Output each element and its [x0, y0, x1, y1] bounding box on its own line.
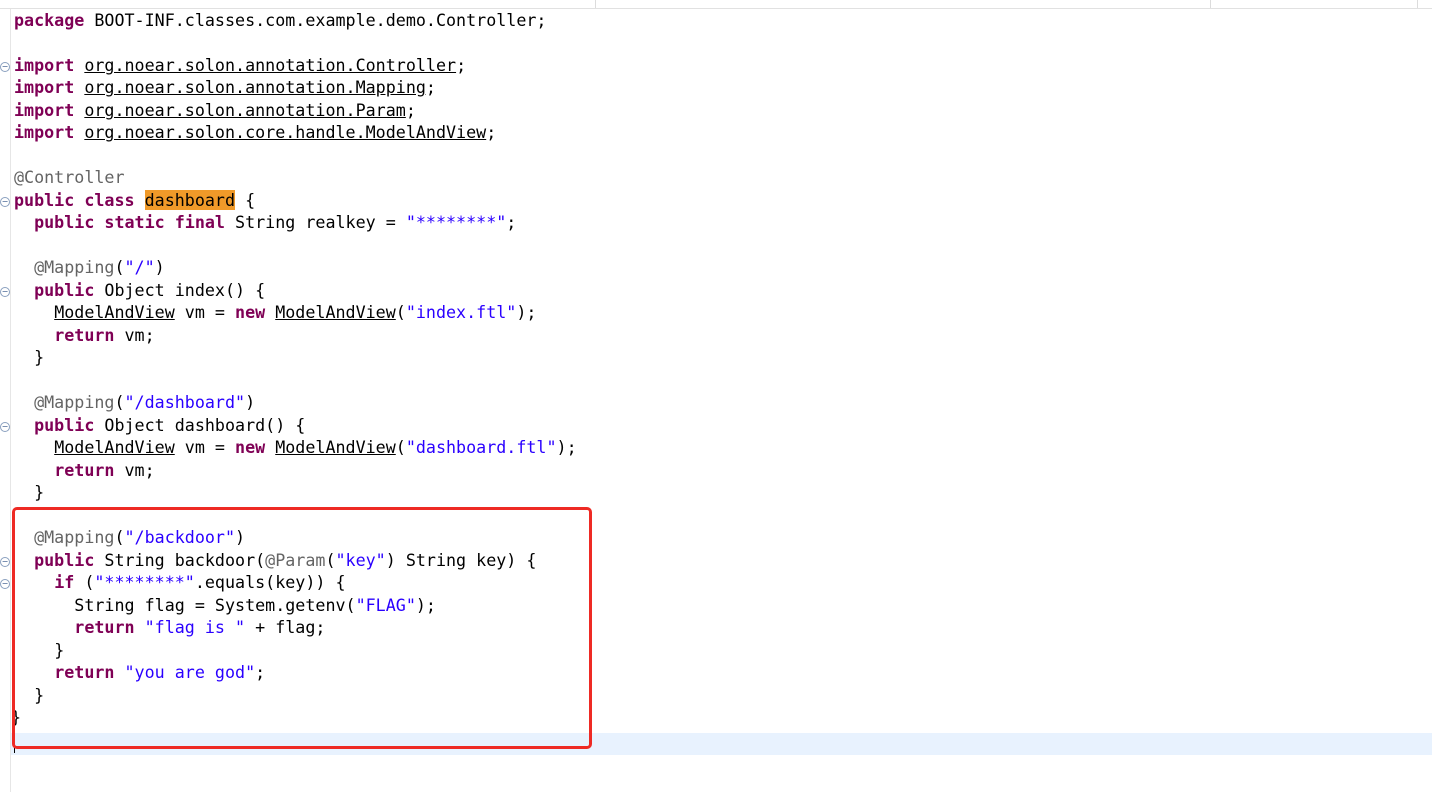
keyword: return: [54, 460, 115, 480]
code-line: }: [34, 347, 45, 367]
code-line: return vm;: [54, 460, 155, 480]
code-line-annotation: @Controller: [14, 166, 125, 188]
code-line: }: [34, 482, 45, 502]
keyword: public static final: [34, 212, 225, 232]
type-reference: ModelAndView: [275, 302, 396, 322]
type-reference: ModelAndView: [54, 437, 175, 457]
code-line-import: import org.noear.solon.annotation.Param;: [14, 100, 416, 120]
import-path: org.noear.solon.annotation.Mapping: [84, 77, 426, 97]
fold-collapse-icon[interactable]: −: [0, 287, 10, 297]
code-line-annotation: @Mapping("/"): [34, 257, 165, 277]
fold-collapse-icon[interactable]: −: [0, 197, 10, 207]
fold-collapse-icon[interactable]: −: [0, 557, 10, 567]
fold-collapse-icon[interactable]: −: [0, 422, 10, 432]
editor-gutter: [0, 9, 11, 792]
code-line-import: import org.noear.solon.annotation.Contro…: [14, 55, 467, 75]
code-line: package BOOT-INF.classes.com.example.dem…: [14, 9, 546, 31]
editor-tab-strip: [0, 0, 1432, 9]
keyword: import: [14, 77, 75, 97]
keyword: return: [54, 325, 115, 345]
code-line-annotation: @Mapping("/dashboard"): [34, 392, 256, 412]
code-line-field: public static final String realkey = "**…: [34, 212, 517, 232]
import-path: org.noear.solon.annotation.Param: [84, 100, 406, 120]
annotation: @Mapping: [34, 392, 115, 412]
keyword: import: [14, 100, 75, 120]
code-line-import: import org.noear.solon.core.handle.Model…: [14, 122, 497, 142]
fold-collapse-icon[interactable]: −: [0, 579, 10, 589]
package-name: BOOT-INF.classes.com.example.demo.Contro…: [94, 10, 547, 30]
code-line: ModelAndView vm = new ModelAndView("inde…: [54, 302, 537, 322]
code-line-class-decl: public class dashboard {: [14, 190, 256, 210]
keyword: package: [14, 10, 85, 30]
fold-collapse-icon[interactable]: −: [0, 62, 10, 72]
tab-separator: [595, 0, 596, 8]
keyword: import: [14, 122, 75, 142]
type-reference: ModelAndView: [54, 302, 175, 322]
keyword: public class: [14, 190, 135, 210]
string-literal: "/": [124, 257, 155, 277]
annotation: @Controller: [14, 167, 125, 187]
keyword: public: [34, 415, 95, 435]
string-literal: "/dashboard": [124, 392, 246, 412]
type-reference: ModelAndView: [275, 437, 396, 457]
code-line: ModelAndView vm = new ModelAndView("dash…: [54, 437, 577, 457]
string-literal: "dashboard.ftl": [405, 437, 557, 457]
string-literal: "********": [405, 212, 507, 232]
keyword: new: [235, 437, 266, 457]
keyword: new: [235, 302, 266, 322]
import-path: org.noear.solon.annotation.Controller: [84, 55, 457, 75]
tab-separator: [1417, 0, 1418, 8]
tab-separator: [1210, 0, 1211, 8]
annotation: @Mapping: [34, 257, 115, 277]
import-path: org.noear.solon.core.handle.ModelAndView: [84, 122, 487, 142]
code-line-method-decl: public Object dashboard() {: [34, 415, 306, 435]
code-line-method-decl: public Object index() {: [34, 280, 266, 300]
keyword: public: [34, 280, 95, 300]
code-line: return vm;: [54, 325, 155, 345]
string-literal: "index.ftl": [405, 302, 517, 322]
code-line-import: import org.noear.solon.annotation.Mappin…: [14, 77, 436, 97]
class-name-highlight: dashboard: [144, 190, 236, 210]
keyword: import: [14, 55, 75, 75]
highlight-box-annotation: [12, 507, 592, 749]
